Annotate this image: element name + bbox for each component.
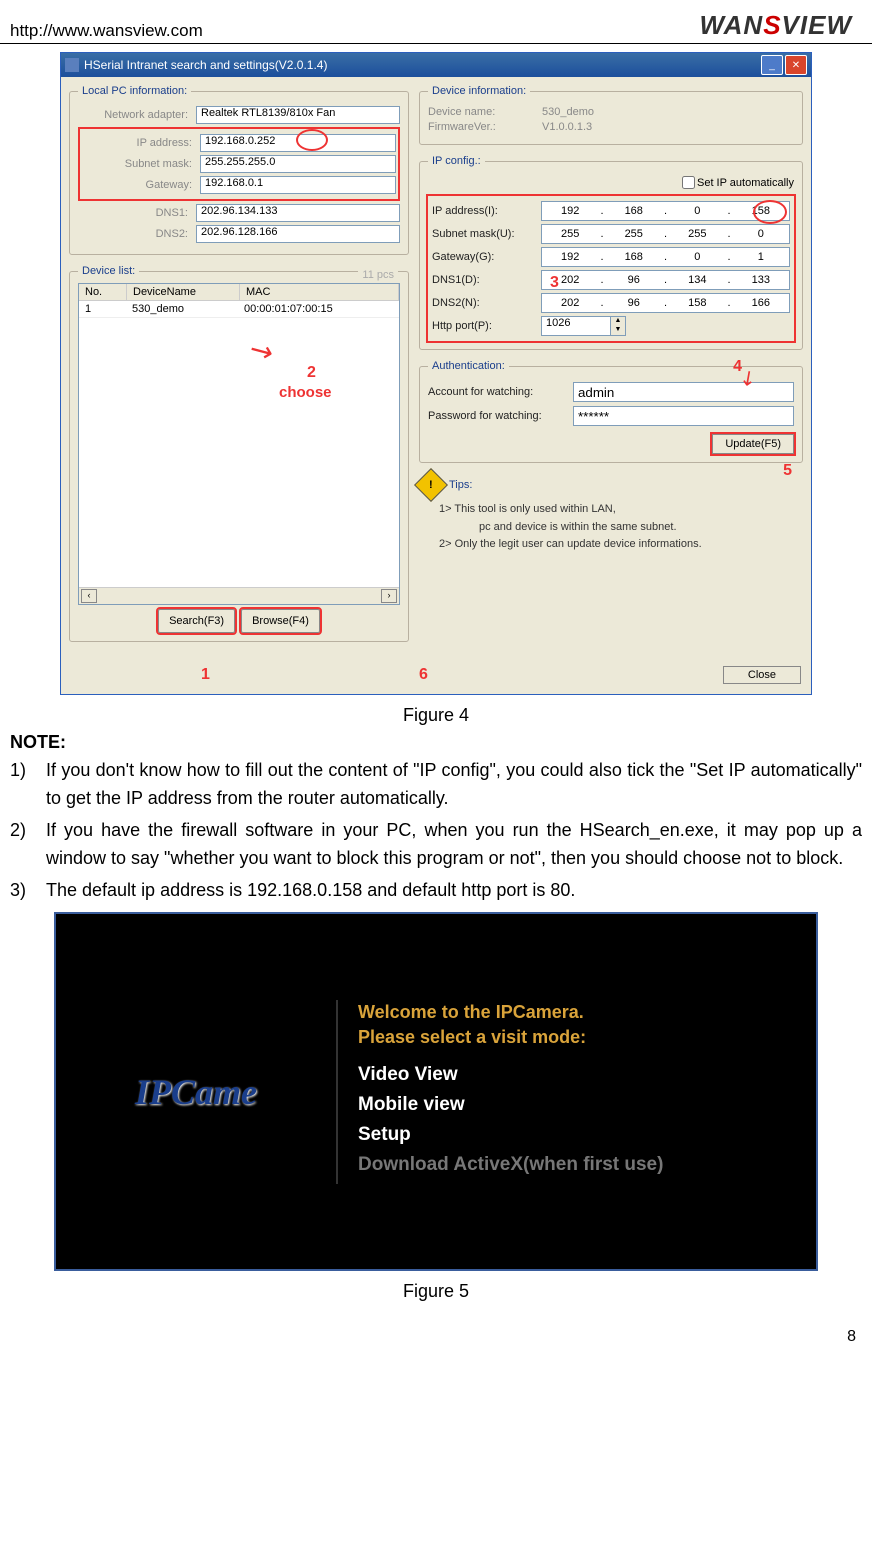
figure-5-caption: Figure 5	[0, 1281, 872, 1302]
app-icon	[65, 58, 79, 72]
annotation-circle	[753, 200, 787, 224]
annotation-circle	[296, 129, 328, 151]
close-button[interactable]: Close	[723, 666, 801, 684]
device-info-group: Device information: Device name: 530_dem…	[419, 85, 803, 145]
annotation-6: 6	[419, 666, 428, 684]
window-title: HSerial Intranet search and settings(V2.…	[84, 58, 327, 72]
titlebar: HSerial Intranet search and settings(V2.…	[61, 53, 811, 77]
setup-link[interactable]: Setup	[358, 1124, 816, 1146]
auto-ip-checkbox[interactable]	[682, 176, 695, 189]
local-subnet-field[interactable]: 255.255.255.0	[200, 155, 396, 173]
browse-button[interactable]: Browse(F4)	[241, 609, 320, 633]
local-gateway-field[interactable]: 192.168.0.1	[200, 176, 396, 194]
annotation-1: 1	[201, 666, 210, 684]
minimize-button[interactable]: _	[761, 55, 783, 75]
auth-group: Authentication: 4 ↗ Account for watching…	[419, 360, 803, 463]
ipcamera-logo: IPCame	[135, 1071, 257, 1113]
port-spinner[interactable]: ▲▼	[611, 316, 626, 336]
ip-config-group: IP config.: Set IP automatically IP addr…	[419, 155, 803, 350]
gateway-field[interactable]: 192. 168. 0. 1	[541, 247, 790, 267]
note-list: 1)If you don't know how to fill out the …	[10, 757, 862, 904]
password-input[interactable]	[573, 406, 794, 426]
note-heading: NOTE:	[10, 732, 862, 753]
brand-logo: WANSVIEW	[700, 10, 852, 41]
device-name-value: 530_demo	[536, 106, 794, 118]
device-list-row[interactable]: 1 530_demo 00:00:01:07:00:15	[79, 301, 399, 318]
local-dns1-field[interactable]: 202.96.134.133	[196, 204, 400, 222]
search-button[interactable]: Search(F3)	[158, 609, 235, 633]
annotation-3: 3	[550, 274, 559, 292]
update-button[interactable]: Update(F5)	[712, 434, 794, 454]
page-header: http://www.wansview.com WANSVIEW	[0, 0, 872, 44]
annotation-5: 5	[783, 462, 792, 480]
device-count: 11 pcs	[358, 269, 398, 281]
app-window: HSerial Intranet search and settings(V2.…	[60, 52, 812, 695]
site-url: http://www.wansview.com	[10, 21, 203, 41]
ip-address-field[interactable]: 192. 168. 0. 158	[541, 201, 790, 221]
dns1-field[interactable]: 202. 96. 134. 133	[541, 270, 790, 290]
device-list[interactable]: No. DeviceName MAC 1 530_demo 00:00:01:0…	[78, 283, 400, 605]
figure-5-screenshot: IPCame Welcome to the IPCamera. Please s…	[54, 912, 818, 1271]
mobile-view-link[interactable]: Mobile view	[358, 1094, 816, 1116]
device-list-group: Device list: 11 pcs No. DeviceName MAC 1…	[69, 265, 409, 642]
tips-section: ! Tips: 1> This tool is only used within…	[419, 473, 803, 554]
local-pc-group: Local PC information: Network adapter: R…	[69, 85, 409, 255]
local-dns2-field[interactable]: 202.96.128.166	[196, 225, 400, 243]
network-adapter-select[interactable]: Realtek RTL8139/810x Fan	[196, 106, 400, 124]
annotation-choose: choose	[279, 384, 332, 401]
download-activex-link[interactable]: Download ActiveX(when first use)	[358, 1154, 816, 1176]
video-view-link[interactable]: Video View	[358, 1064, 816, 1086]
subnet-mask-field[interactable]: 255. 255. 255. 0	[541, 224, 790, 244]
http-port-field[interactable]: 1026	[541, 316, 611, 336]
figure-4-caption: Figure 4	[0, 705, 872, 726]
firmware-value: V1.0.0.1.3	[536, 121, 794, 133]
page-number: 8	[0, 1308, 872, 1354]
close-window-button[interactable]: ✕	[785, 55, 807, 75]
dns2-field[interactable]: 202. 96. 158. 166	[541, 293, 790, 313]
scroll-right-button[interactable]: ›	[381, 589, 397, 603]
scroll-left-button[interactable]: ‹	[81, 589, 97, 603]
warning-icon: !	[414, 468, 448, 502]
annotation-2: 2	[307, 364, 316, 382]
